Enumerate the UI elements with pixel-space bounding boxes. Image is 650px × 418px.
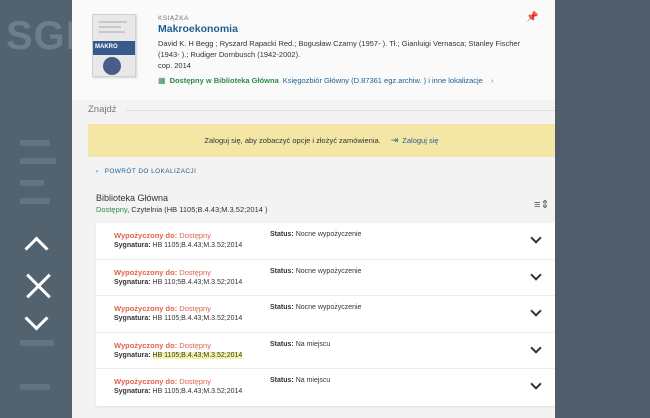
record-card: MAKRO KSIĄŻKA Makroekonomia David K. H B… <box>72 0 555 100</box>
due-value: Dostępny <box>179 340 211 350</box>
sign-in-icon: ⇥ <box>390 135 399 145</box>
resource-type: KSIĄŻKA <box>158 15 189 22</box>
item-status: Na miejscu <box>295 377 331 385</box>
due-value: Dostępny <box>179 304 211 314</box>
item-status: Nocne wypożyczenie <box>295 267 362 275</box>
pin-icon[interactable]: 📌 <box>526 12 538 23</box>
expand-chevron-icon[interactable] <box>532 271 540 279</box>
right-backdrop <box>555 0 650 418</box>
sort-filter-icon[interactable]: ≡⇕ <box>534 198 550 211</box>
call-number: HB 1105;B.4.43;M.3.52;2014 <box>152 388 243 396</box>
call-number: HB 1105;B.4.43;M.3.52;2014 <box>152 242 243 249</box>
previous-record-button[interactable] <box>18 228 58 268</box>
due-value: Dostępny <box>179 377 211 387</box>
record-date: cop. 2014 <box>158 61 191 70</box>
availability-location: Księgozbiór Główny (D.87361 egz.archiw. … <box>282 76 483 85</box>
login-link[interactable]: ⇥ Zaloguj się <box>391 135 439 146</box>
call-number: HB 1105;B.4.43;M.3.52;2014 <box>152 351 243 359</box>
record-navigation <box>18 228 58 348</box>
location-name: Biblioteka Główna <box>96 193 169 203</box>
background-strip <box>20 158 56 164</box>
call-number: HB 1105;B.4.43;M.3.52;2014 <box>152 315 243 323</box>
find-section-label: Znajdź <box>88 104 117 115</box>
login-banner: Zaloguj się, aby zobaczyć opcje i złożyć… <box>88 124 555 157</box>
background-strip <box>20 198 50 204</box>
record-panel: MAKRO KSIĄŻKA Makroekonomia David K. H B… <box>72 0 555 418</box>
chevron-right-icon: › <box>490 76 494 85</box>
back-link-label: POWRÓT DO LOKALIZACJI <box>104 168 197 175</box>
background-strip <box>20 180 44 186</box>
call-number: HB 110;5B.4.43;M.3.52;2014 <box>152 278 243 286</box>
expand-chevron-icon[interactable] <box>532 307 540 315</box>
items-list: Wypożyczony do: Dostępny Sygnatura: HB 1… <box>96 223 555 406</box>
location-header: Biblioteka Główna Dostępny, Czytelnia (H… <box>96 193 268 214</box>
background-strip <box>20 384 50 390</box>
item-row[interactable]: Wypożyczony do: Dostępny Sygnatura: HB 1… <box>96 296 555 333</box>
availability-status: Dostępny w Biblioteka Główna <box>169 76 279 85</box>
item-row[interactable]: Wypożyczony do: Dostępny Sygnatura: HB 1… <box>96 369 555 406</box>
due-value: Dostępny <box>179 231 211 240</box>
item-row[interactable]: Wypożyczony do: Dostępny Sygnatura: HB 1… <box>96 333 555 370</box>
login-message: Zaloguj się, aby zobaczyć opcje i złożyć… <box>204 136 381 145</box>
item-row[interactable]: Wypożyczony do: Dostępny Sygnatura: HB 1… <box>96 223 555 260</box>
location-status: Dostępny, Czytelnia (HB 1105;B.4.43;M.3.… <box>96 205 268 214</box>
record-title-link[interactable]: Makroekonomia <box>158 23 238 35</box>
expand-chevron-icon[interactable] <box>532 344 540 352</box>
due-value: Dostępny <box>179 267 211 277</box>
expand-chevron-icon[interactable] <box>532 234 540 242</box>
item-status: Na miejscu <box>295 340 331 348</box>
chevron-left-icon: ‹ <box>96 168 99 175</box>
expand-chevron-icon[interactable] <box>532 380 540 388</box>
chevron-down-icon <box>24 306 49 331</box>
next-record-button[interactable] <box>18 306 58 348</box>
login-link-label: Zaloguj się <box>402 136 439 145</box>
record-authors: David K. H Begg ; Ryszard Rapacki Red.; … <box>158 39 521 59</box>
item-row[interactable]: Wypożyczony do: Dostępny Sygnatura: HB 1… <box>96 260 555 297</box>
location-detail: , Czytelnia (HB 1105;B.4.43;M.3.52;2014 … <box>127 205 268 214</box>
chevron-up-icon <box>24 236 49 261</box>
item-status: Nocne wypożyczenie <box>295 231 362 238</box>
book-cover-thumbnail[interactable]: MAKRO <box>92 14 136 77</box>
library-icon: ▦ <box>158 76 166 85</box>
availability-line[interactable]: ▦ Dostępny w Biblioteka Główna Księgozbi… <box>158 76 493 85</box>
item-status: Nocne wypożyczenie <box>295 304 362 312</box>
divider <box>126 110 555 111</box>
location-availability: Dostępny <box>96 205 128 214</box>
close-button[interactable] <box>18 268 58 308</box>
back-to-locations-link[interactable]: ‹ POWRÓT DO LOKALIZACJI <box>96 168 196 175</box>
background-strip <box>20 140 50 146</box>
